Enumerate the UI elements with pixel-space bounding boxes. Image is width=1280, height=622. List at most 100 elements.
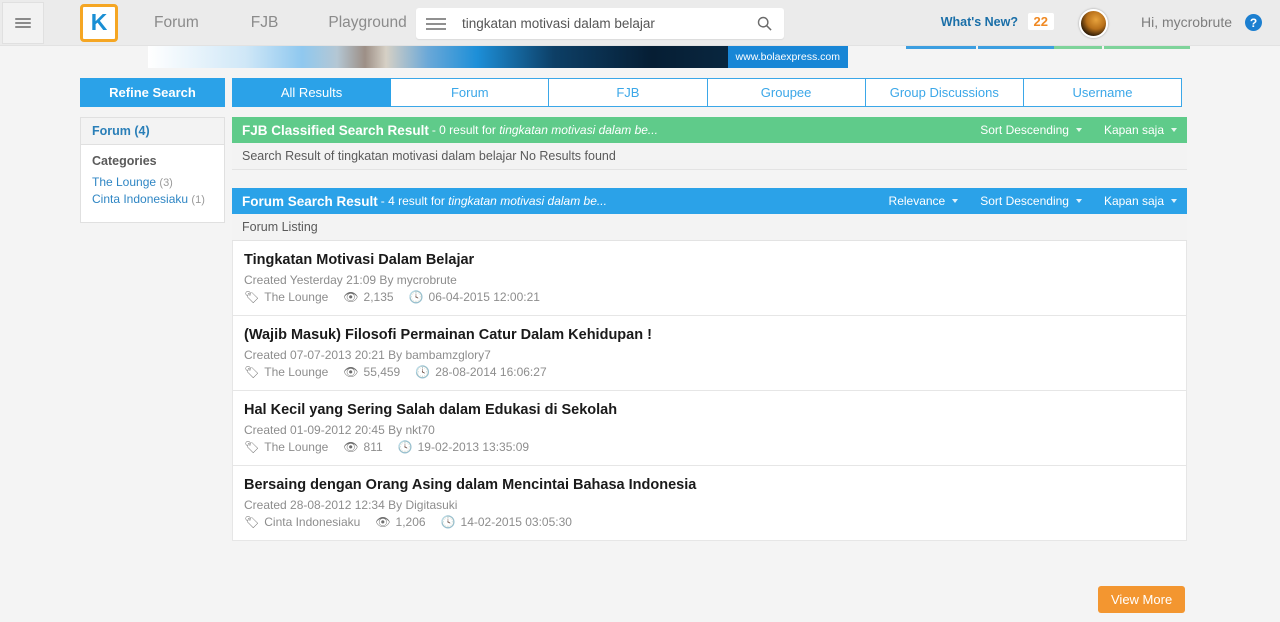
category-label: The Lounge bbox=[92, 175, 157, 189]
avatar[interactable] bbox=[1079, 9, 1108, 38]
result-title[interactable]: Tingkatan Motivasi Dalam Belajar bbox=[244, 252, 1186, 268]
result-category[interactable]: 🏷 The Lounge bbox=[244, 440, 328, 454]
nav-item-fjb[interactable]: FJB bbox=[251, 14, 279, 32]
result-category[interactable]: 🏷 The Lounge bbox=[244, 290, 328, 304]
result-created: Created 01-09-2012 20:45 By nkt70 bbox=[244, 423, 435, 437]
date-label: 28-08-2014 16:06:27 bbox=[435, 365, 547, 379]
help-icon[interactable]: ? bbox=[1245, 14, 1262, 31]
result-category[interactable]: 🏷 The Lounge bbox=[244, 365, 328, 379]
dropdown-label: Sort Descending bbox=[980, 194, 1069, 208]
category-label: Cinta Indonesiaku bbox=[264, 515, 361, 529]
eye-icon: 👁 bbox=[343, 440, 359, 454]
search-submit-button[interactable] bbox=[744, 8, 784, 39]
nav-item-playground[interactable]: Playground bbox=[328, 14, 406, 32]
search-category-menu-icon[interactable] bbox=[426, 15, 446, 33]
chevron-down-icon bbox=[1171, 128, 1177, 132]
user-greeting[interactable]: Hi, mycrobrute bbox=[1141, 14, 1232, 30]
result-meta: 🏷 Cinta Indonesiaku 👁 1,206 🕓 14-02-2015… bbox=[244, 515, 1186, 529]
sidebar-category-cinta-indonesiaku[interactable]: Cinta Indonesiaku (1) bbox=[92, 191, 213, 208]
fjb-result-query: tingkatan motivasi dalam be... bbox=[499, 123, 658, 137]
views-count: 2,135 bbox=[363, 290, 394, 304]
clock-icon: 🕓 bbox=[440, 515, 456, 529]
fjb-sort-descending-dropdown[interactable]: Sort Descending bbox=[980, 123, 1082, 137]
views-count: 1,206 bbox=[395, 515, 426, 529]
table-row[interactable]: Tingkatan Motivasi Dalam Belajar Created… bbox=[233, 241, 1186, 316]
tab-group-discussions[interactable]: Group Discussions bbox=[865, 78, 1024, 107]
site-logo[interactable]: K bbox=[80, 3, 118, 42]
tab-all-results[interactable]: All Results bbox=[232, 78, 392, 107]
chevron-down-icon bbox=[1171, 199, 1177, 203]
result-views: 👁 1,206 bbox=[375, 515, 425, 529]
result-created: Created Yesterday 21:09 By mycrobrute bbox=[244, 273, 457, 287]
whats-new-count-badge[interactable]: 22 bbox=[1027, 13, 1054, 30]
category-label: Cinta Indonesiaku bbox=[92, 192, 189, 206]
result-created: Created 28-08-2012 12:34 By Digitasuki bbox=[244, 498, 458, 512]
result-title[interactable]: Bersaing dengan Orang Asing dalam Mencin… bbox=[244, 477, 1186, 493]
tab-forum[interactable]: Forum bbox=[391, 78, 550, 107]
forum-search-result-panel: Forum Search Result - 4 result for tingk… bbox=[232, 188, 1187, 541]
tag-icon: 🏷 bbox=[244, 365, 260, 379]
decorative-bar-green-2 bbox=[1104, 46, 1190, 49]
top-header: K Forum FJB Playground What's New? 22 Hi… bbox=[0, 0, 1280, 46]
category-count: (3) bbox=[159, 177, 173, 189]
date-label: 14-02-2015 03:05:30 bbox=[460, 515, 572, 529]
result-title[interactable]: (Wajib Masuk) Filosofi Permainan Catur D… bbox=[244, 327, 1186, 343]
fjb-panel-subtitle: - 0 result for tingkatan motivasi dalam … bbox=[432, 123, 658, 137]
table-row[interactable]: Hal Kecil yang Sering Salah dalam Edukas… bbox=[233, 391, 1186, 466]
chevron-down-icon bbox=[1075, 128, 1082, 132]
eye-icon: 👁 bbox=[343, 365, 359, 379]
table-row[interactable]: Bersaing dengan Orang Asing dalam Mencin… bbox=[233, 466, 1186, 540]
tag-icon: 🏷 bbox=[244, 290, 260, 304]
tab-username[interactable]: Username bbox=[1023, 78, 1183, 107]
tab-fjb[interactable]: FJB bbox=[549, 78, 708, 107]
forum-panel-subtitle: - 4 result for tingkatan motivasi dalam … bbox=[381, 194, 607, 208]
forum-timeframe-dropdown[interactable]: Kapan saja bbox=[1104, 194, 1177, 208]
result-category[interactable]: 🏷 Cinta Indonesiaku bbox=[244, 515, 360, 529]
date-label: 19-02-2013 13:35:09 bbox=[417, 440, 530, 454]
fjb-panel-header: FJB Classified Search Result - 0 result … bbox=[232, 117, 1187, 143]
refine-search-button[interactable]: Refine Search bbox=[80, 78, 225, 107]
dropdown-label: Kapan saja bbox=[1103, 123, 1164, 137]
eye-icon: 👁 bbox=[343, 290, 359, 304]
main-menu-button[interactable] bbox=[2, 1, 44, 44]
nav-item-forum[interactable]: Forum bbox=[154, 14, 199, 32]
sidebar-header-forum[interactable]: Forum (4) bbox=[81, 118, 224, 145]
tag-icon: 🏷 bbox=[244, 515, 260, 529]
category-count: (1) bbox=[191, 194, 205, 206]
view-more-button[interactable]: View More bbox=[1098, 586, 1186, 613]
forum-sort-controls: Relevance Sort Descending Kapan saja bbox=[867, 194, 1177, 208]
category-label: The Lounge bbox=[264, 440, 329, 454]
decorative-bar-green-1 bbox=[1054, 46, 1102, 49]
views-count: 55,459 bbox=[363, 365, 401, 379]
category-label: The Lounge bbox=[264, 290, 329, 304]
search-icon bbox=[757, 16, 772, 31]
clock-icon: 🕓 bbox=[415, 365, 431, 379]
forum-result-query: tingkatan motivasi dalam be... bbox=[448, 194, 607, 208]
banner-url-label: www.bolaexpress.com bbox=[727, 46, 848, 68]
table-row[interactable]: (Wajib Masuk) Filosofi Permainan Catur D… bbox=[233, 316, 1186, 391]
sidebar-body: Categories The Lounge (3) Cinta Indonesi… bbox=[81, 145, 224, 222]
forum-sort-descending-dropdown[interactable]: Sort Descending bbox=[980, 194, 1082, 208]
advertisement-banner[interactable]: www.bolaexpress.com bbox=[148, 46, 848, 68]
fjb-result-prefix: - 0 result for bbox=[431, 123, 500, 137]
fjb-panel-title: FJB Classified Search Result bbox=[242, 122, 429, 138]
result-views: 👁 55,459 bbox=[343, 365, 400, 379]
result-meta: 🏷 The Lounge 👁 2,135 🕓 06-04-2015 12:00:… bbox=[244, 290, 1186, 304]
tag-icon: 🏷 bbox=[244, 440, 260, 454]
eye-icon: 👁 bbox=[375, 515, 391, 529]
fjb-no-results-message: Search Result of tingkatan motivasi dala… bbox=[232, 143, 1187, 170]
result-date: 🕓 28-08-2014 16:06:27 bbox=[415, 365, 546, 379]
whats-new-link[interactable]: What's New? bbox=[941, 15, 1018, 29]
fjb-timeframe-dropdown[interactable]: Kapan saja bbox=[1104, 123, 1177, 137]
result-date: 🕓 14-02-2015 03:05:30 bbox=[441, 515, 572, 529]
forum-result-prefix: - 4 result for bbox=[380, 194, 449, 208]
forum-relevance-dropdown[interactable]: Relevance bbox=[889, 194, 959, 208]
result-date: 🕓 06-04-2015 12:00:21 bbox=[409, 290, 540, 304]
forum-panel-title: Forum Search Result bbox=[242, 193, 378, 209]
categories-heading: Categories bbox=[92, 154, 157, 168]
tab-groupee[interactable]: Groupee bbox=[707, 78, 866, 107]
result-title[interactable]: Hal Kecil yang Sering Salah dalam Edukas… bbox=[244, 402, 1186, 418]
search-input[interactable] bbox=[462, 16, 744, 31]
sidebar-category-the-lounge[interactable]: The Lounge (3) bbox=[92, 174, 213, 191]
clock-icon: 🕓 bbox=[408, 290, 424, 304]
